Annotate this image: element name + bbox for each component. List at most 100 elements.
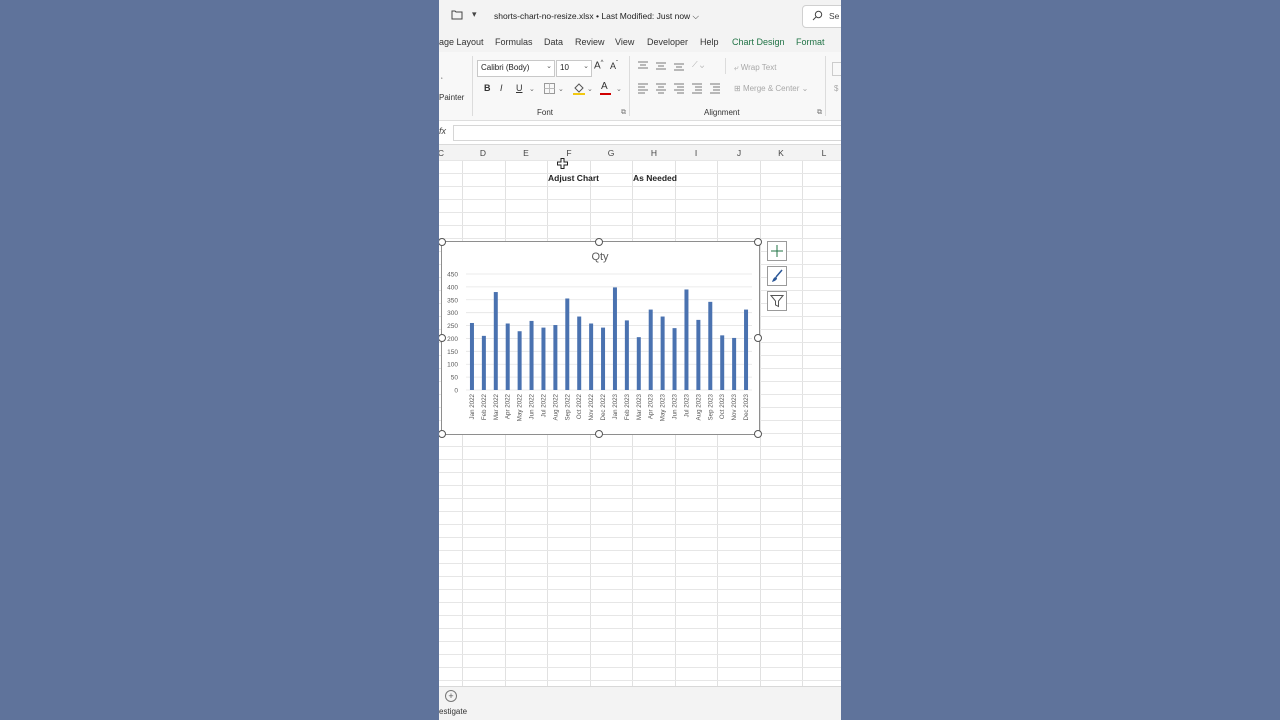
x-tick-label: Jun 2023 [672, 393, 679, 419]
sheet-tabs-bar: + [439, 686, 841, 705]
chart-title: Qty [591, 251, 609, 263]
column-header-h[interactable]: H [644, 148, 664, 158]
column-header-e[interactable]: E [516, 148, 536, 158]
column-header-i[interactable]: I [686, 148, 706, 158]
column-header-k[interactable]: K [771, 148, 791, 158]
bar [541, 327, 546, 390]
bar [493, 292, 498, 390]
resize-handle-bottom[interactable] [595, 430, 603, 438]
resize-handle-right[interactable] [754, 334, 762, 342]
resize-handle-bottom-right[interactable] [754, 430, 762, 438]
chart-object[interactable]: Qty 0 50 100 150 200 250 300 350 400 450 Jan 2022 Fe… [441, 241, 760, 435]
y-tick-label: 0 [454, 388, 458, 395]
bold-button[interactable]: B [484, 83, 491, 93]
row-gridline [439, 563, 841, 564]
alignment-dialog-launcher-icon[interactable]: ⧉ [817, 109, 822, 117]
bar [648, 309, 653, 390]
column-header-g[interactable]: G [601, 148, 621, 158]
row-gridline [439, 186, 841, 187]
tab-view[interactable]: View [615, 37, 634, 47]
fill-color-icon[interactable] [573, 82, 585, 95]
y-tick-label: 50 [451, 375, 459, 382]
tab-page-layout[interactable]: age Layout [439, 37, 484, 47]
column-header-f[interactable]: F [559, 148, 579, 158]
chart-elements-button[interactable] [767, 241, 787, 261]
merge-center-button[interactable]: ⊞ Merge & Center ⌄ [734, 84, 808, 93]
bar [469, 322, 474, 390]
column-headers: C D E F G H I J K L [439, 144, 841, 161]
tab-formulas[interactable]: Formulas [495, 37, 533, 47]
divider [725, 58, 726, 74]
horizontal-align-icons[interactable] [638, 83, 720, 94]
borders-icon[interactable] [544, 83, 555, 94]
cell-f-adjust-chart[interactable]: Adjust Chart [548, 173, 599, 183]
bar [660, 316, 665, 390]
increase-font-size-icon[interactable]: A^ [594, 60, 604, 71]
row-gridline [439, 446, 841, 447]
bar [481, 335, 486, 390]
font-color-button[interactable]: A [601, 81, 608, 92]
orientation-icon[interactable]: ⟋ ⌄ [692, 60, 704, 70]
qat-customize-icon[interactable]: ▾ [472, 9, 477, 20]
search-box[interactable]: Se [802, 5, 841, 28]
font-name-dropdown[interactable]: Calibri (Body) ⌄ [477, 60, 555, 77]
tab-chart-design[interactable]: Chart Design [732, 37, 785, 47]
column-header-l[interactable]: L [814, 148, 834, 158]
row-gridline [439, 537, 841, 538]
tab-format[interactable]: Format [796, 37, 825, 47]
number-format-dropdown[interactable] [832, 62, 841, 76]
row-gridline [439, 641, 841, 642]
italic-button[interactable]: I [500, 83, 503, 93]
x-tick-label: Nov 2023 [731, 393, 738, 420]
font-dialog-launcher-icon[interactable]: ⧉ [621, 109, 626, 117]
open-folder-icon[interactable] [451, 9, 463, 20]
status-bar: estigate [439, 704, 841, 720]
column-header-c[interactable]: C [439, 148, 451, 158]
wrap-text-button[interactable]: ⤶ Wrap Text [734, 63, 776, 73]
row-gridline [439, 628, 841, 629]
x-tick-label: May 2022 [517, 393, 524, 421]
tab-review[interactable]: Review [575, 37, 605, 47]
cell-h-as-needed[interactable]: As Needed [633, 173, 677, 183]
row-gridline [439, 589, 841, 590]
x-tick-label: Nov 2022 [588, 393, 595, 420]
y-tick-label: 450 [447, 272, 458, 279]
underline-button[interactable]: U [516, 83, 523, 93]
underline-options-chevron-icon[interactable]: ⌄ [529, 85, 535, 93]
tab-data[interactable]: Data [544, 37, 563, 47]
filter-icon [770, 295, 784, 308]
column-header-j[interactable]: J [729, 148, 749, 158]
row-gridline [439, 524, 841, 525]
currency-icon[interactable]: $ [834, 84, 838, 93]
borders-chevron-icon[interactable]: ⌄ [558, 85, 564, 93]
font-size-dropdown[interactable]: 10 ⌄ [556, 60, 592, 77]
bar [589, 323, 594, 390]
document-title[interactable]: shorts-chart-no-resize.xlsx • Last Modif… [494, 11, 699, 22]
tab-help[interactable]: Help [700, 37, 719, 47]
decrease-font-size-icon[interactable]: Aˇ [610, 61, 618, 71]
insert-function-icon[interactable]: fx [439, 126, 446, 136]
chart-filters-button[interactable] [767, 291, 787, 311]
ribbon-tabs: age Layout Formulas Data Review View Dev… [439, 32, 841, 52]
chevron-down-icon: ⌄ [583, 63, 589, 70]
fill-color-chevron-icon[interactable]: ⌄ [587, 85, 593, 93]
row-gridline [439, 654, 841, 655]
row-gridline [439, 238, 841, 239]
new-sheet-button[interactable]: + [445, 690, 457, 702]
y-tick-label: 300 [447, 310, 458, 317]
x-tick-label: Sep 2022 [564, 393, 571, 420]
formula-input[interactable] [453, 125, 841, 141]
format-painter-label[interactable]: Painter [439, 93, 464, 102]
resize-handle-top-right[interactable] [754, 238, 762, 246]
column-header-d[interactable]: D [473, 148, 493, 158]
tab-developer[interactable]: Developer [647, 37, 688, 47]
row-gridline [439, 459, 841, 460]
vertical-align-icons[interactable] [638, 61, 694, 71]
resize-handle-top[interactable] [595, 238, 603, 246]
chart-styles-button[interactable] [767, 266, 787, 286]
bar [505, 323, 510, 390]
formula-bar: fx [439, 121, 841, 143]
bar [636, 337, 641, 390]
font-color-chevron-icon[interactable]: ⌄ [616, 85, 622, 93]
x-tick-label: Feb 2022 [481, 393, 488, 420]
